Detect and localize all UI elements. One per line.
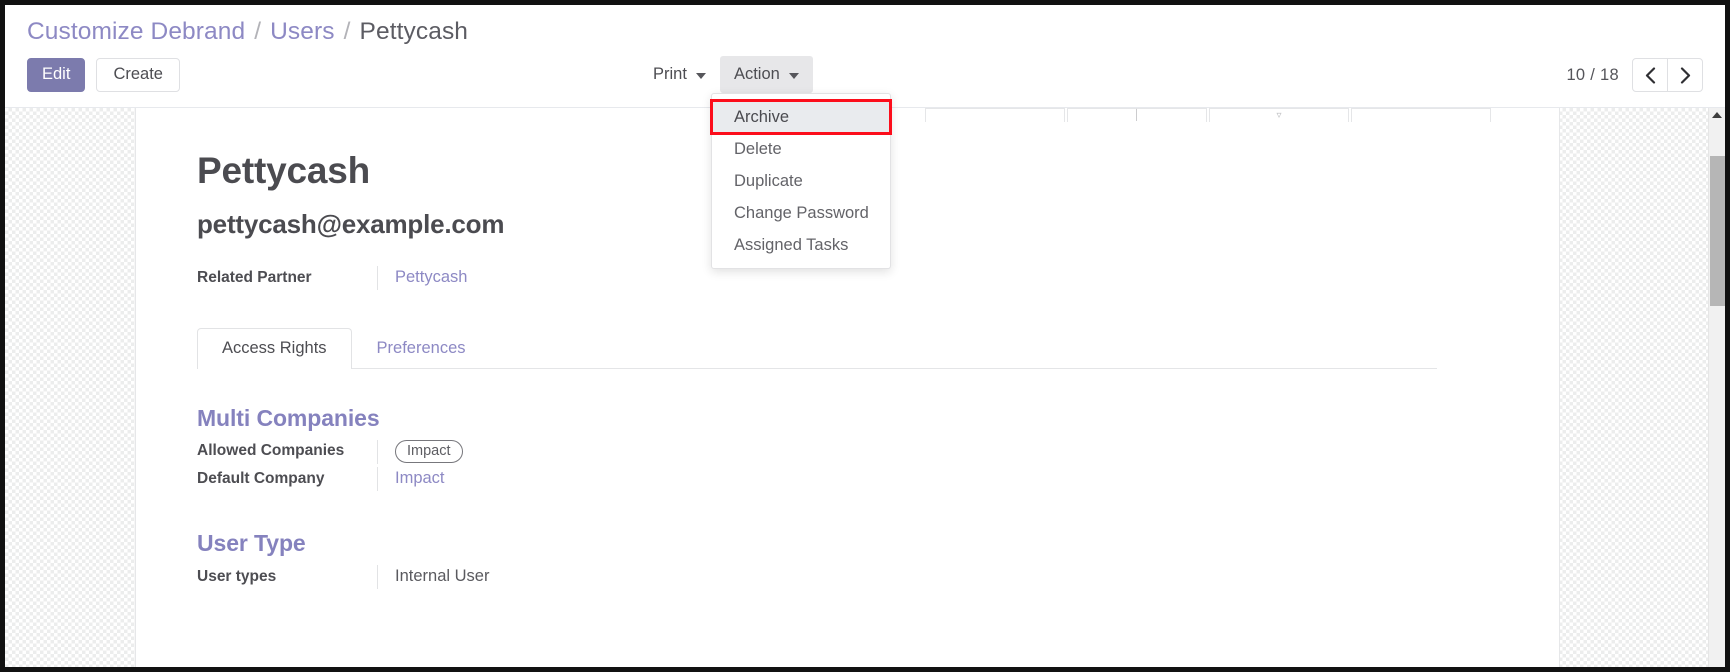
breadcrumb-item-customize-debrand[interactable]: Customize Debrand (27, 18, 245, 46)
pager-buttons (1632, 58, 1703, 92)
chevron-left-icon (1645, 66, 1655, 84)
field-value-user-types: Internal User (377, 564, 489, 589)
field-row-related-partner: Related Partner Pettycash (197, 265, 1520, 293)
action-menu-item-change-password[interactable]: Change Password (712, 197, 890, 229)
field-row-default-company: Default Company Impact (197, 466, 1520, 494)
group-title-user-type: User Type (197, 529, 306, 556)
field-label-allowed-companies: Allowed Companies (197, 442, 345, 460)
record-actions-group: Print Action Archive Delete Duplicate Ch… (639, 56, 892, 269)
field-row-allowed-companies: Allowed Companies Impact (197, 439, 1520, 467)
action-dropdown-menu: Archive Delete Duplicate Change Password… (710, 93, 892, 269)
pager: 10 / 18 (1566, 58, 1703, 92)
vertical-scrollbar[interactable] (1708, 108, 1725, 667)
smart-button[interactable]: ▿ (1209, 108, 1349, 122)
field-value-allowed-companies[interactable]: Impact (377, 439, 463, 464)
pager-count: 10 / 18 (1566, 65, 1619, 84)
group-title-multi-companies: Multi Companies (197, 404, 380, 431)
tab-preferences[interactable]: Preferences (352, 328, 491, 369)
chevron-right-icon (1680, 66, 1690, 84)
chevron-down-icon (788, 72, 799, 79)
field-label-user-types: User types (197, 568, 277, 586)
smart-button-glyph: │ (1133, 110, 1141, 121)
action-dropdown-label: Action (733, 65, 780, 83)
company-badge: Impact (395, 440, 463, 464)
action-menu-item-duplicate[interactable]: Duplicate (712, 165, 890, 197)
control-panel: Customize Debrand / Users / Pettycash Ed… (5, 5, 1725, 269)
breadcrumb-separator: / (254, 18, 262, 45)
smart-button[interactable]: │ (1067, 108, 1207, 122)
field-label-related-partner: Related Partner (197, 269, 312, 287)
pager-next-button[interactable] (1667, 58, 1703, 92)
edit-button[interactable]: Edit (27, 57, 86, 92)
field-value-related-partner[interactable]: Pettycash (377, 265, 467, 290)
breadcrumb-item-users[interactable]: Users (270, 18, 334, 46)
action-menu-item-archive[interactable]: Archive (710, 99, 892, 135)
tab-access-rights[interactable]: Access Rights (197, 327, 352, 369)
field-row-user-types: User types Internal User (197, 564, 1520, 592)
breadcrumb-separator: / (343, 18, 351, 45)
scroll-up-arrow-icon[interactable] (1712, 112, 1722, 118)
smart-button-glyph: ▿ (1276, 110, 1282, 121)
print-dropdown-button[interactable]: Print (639, 56, 720, 93)
scrollbar-thumb[interactable] (1710, 156, 1725, 306)
app-window: Customize Debrand / Users / Pettycash Ed… (0, 0, 1730, 672)
field-label-default-company: Default Company (197, 470, 325, 488)
field-value-default-company[interactable]: Impact (377, 466, 445, 491)
chevron-down-icon (695, 72, 706, 79)
pager-previous-button[interactable] (1632, 58, 1668, 92)
smart-button[interactable] (925, 108, 1065, 122)
smart-button[interactable] (1351, 108, 1491, 122)
print-dropdown-label: Print (653, 65, 687, 83)
breadcrumb-item-pettycash: Pettycash (359, 18, 469, 45)
create-button[interactable]: Create (96, 57, 180, 92)
action-dropdown-button[interactable]: Action (719, 56, 813, 93)
notebook-tabs: Access Rights Preferences (197, 327, 1437, 369)
control-panel-buttons: Edit Create Print Action Archive Delete … (27, 56, 1703, 269)
breadcrumb: Customize Debrand / Users / Pettycash (27, 5, 1703, 46)
action-menu-item-assigned-tasks[interactable]: Assigned Tasks (712, 229, 890, 261)
action-menu-item-delete[interactable]: Delete (712, 133, 890, 165)
